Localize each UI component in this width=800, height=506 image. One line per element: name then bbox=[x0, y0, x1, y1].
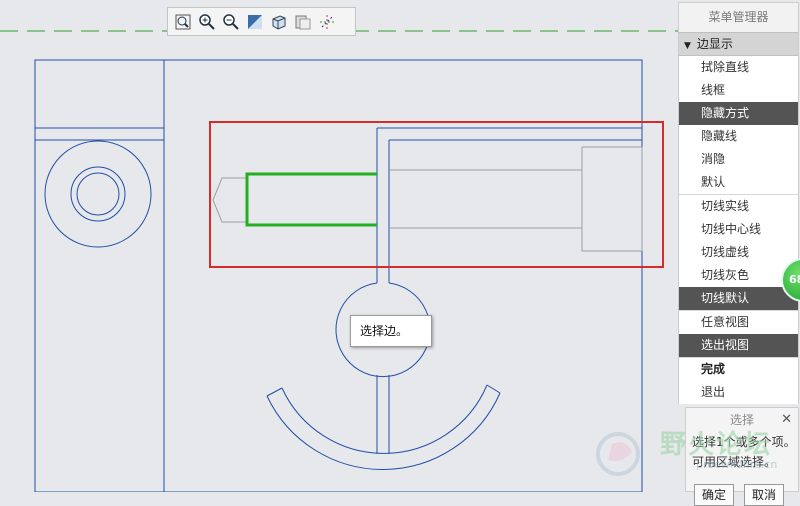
menu-item[interactable]: 拭除直线 bbox=[679, 56, 798, 79]
menu-item[interactable]: 隐藏方式 bbox=[679, 102, 798, 125]
view-toolbar bbox=[167, 7, 356, 36]
drawing-geometry[interactable] bbox=[34, 59, 643, 492]
zoom-in-button[interactable] bbox=[196, 11, 218, 33]
collapse-triangle-icon: ▼ bbox=[684, 41, 691, 51]
menu-item[interactable]: 消隐 bbox=[679, 148, 798, 171]
spin-center-button[interactable] bbox=[316, 11, 338, 33]
highlighted-edge[interactable] bbox=[245, 172, 377, 227]
right-body-outline bbox=[163, 59, 643, 492]
menu-item-list: 拭除直线 线框 隐藏方式 隐藏线 消隐 默认 切线实线 切线中心线 切线虚线 切… bbox=[679, 56, 798, 404]
menu-section-edge-display[interactable]: ▼ 边显示 bbox=[679, 32, 798, 56]
menu-item-quit[interactable]: 退出 bbox=[679, 381, 798, 404]
menu-item[interactable]: 选出视图 bbox=[679, 334, 798, 357]
menu-item[interactable]: 默认 bbox=[679, 171, 798, 194]
menu-item[interactable]: 隐藏线 bbox=[679, 125, 798, 148]
zoom-out-button[interactable] bbox=[220, 11, 242, 33]
zoom-in-icon bbox=[199, 13, 215, 30]
display-style-button[interactable] bbox=[292, 11, 314, 33]
select-dialog-buttons: 确定 取消 bbox=[694, 484, 784, 506]
view-cube-icon bbox=[272, 14, 286, 30]
menu-item[interactable]: 切线虚线 bbox=[679, 241, 798, 264]
bearing-outer-circle bbox=[44, 140, 152, 248]
menu-item[interactable]: 切线实线 bbox=[679, 194, 798, 218]
cancel-button[interactable]: 取消 bbox=[744, 484, 784, 506]
selection-box bbox=[209, 121, 664, 268]
ok-button[interactable]: 确定 bbox=[694, 484, 734, 506]
spin-center-icon bbox=[320, 14, 334, 29]
view-cube-button[interactable] bbox=[268, 11, 290, 33]
menu-manager-title: 菜单管理器 bbox=[708, 10, 769, 24]
display-style-icon bbox=[295, 15, 311, 29]
watermark-text: 野火论坛 bbox=[660, 430, 773, 460]
watermark-url: proewildfire.cn bbox=[696, 458, 778, 471]
zoom-fit-button[interactable] bbox=[172, 11, 194, 33]
menu-item-done[interactable]: 完成 bbox=[679, 357, 798, 381]
bearing-inner-circle bbox=[76, 172, 120, 216]
left-body-outline bbox=[34, 59, 165, 492]
menu-item[interactable]: 任意视图 bbox=[679, 310, 798, 334]
menu-manager-panel: 菜单管理器 ▼ 边显示 拭除直线 线框 隐藏方式 隐藏线 消隐 默认 切线实线 切… bbox=[678, 2, 799, 404]
zoom-out-icon bbox=[223, 13, 239, 30]
repaint-button[interactable] bbox=[244, 11, 266, 33]
status-tooltip: 选择边。 bbox=[350, 315, 432, 347]
zoom-fit-icon bbox=[175, 14, 191, 29]
bearing-mid-circle bbox=[70, 166, 126, 222]
close-icon[interactable]: ✕ bbox=[781, 408, 792, 432]
repaint-icon bbox=[248, 14, 262, 29]
menu-item[interactable]: 线框 bbox=[679, 79, 798, 102]
menu-item[interactable]: 切线中心线 bbox=[679, 218, 798, 241]
menu-section-label: 边显示 bbox=[696, 37, 733, 51]
hidden-lines bbox=[212, 146, 643, 252]
menu-item[interactable]: 切线灰色 bbox=[679, 264, 798, 287]
menu-item[interactable]: 切线默认 bbox=[679, 287, 798, 310]
